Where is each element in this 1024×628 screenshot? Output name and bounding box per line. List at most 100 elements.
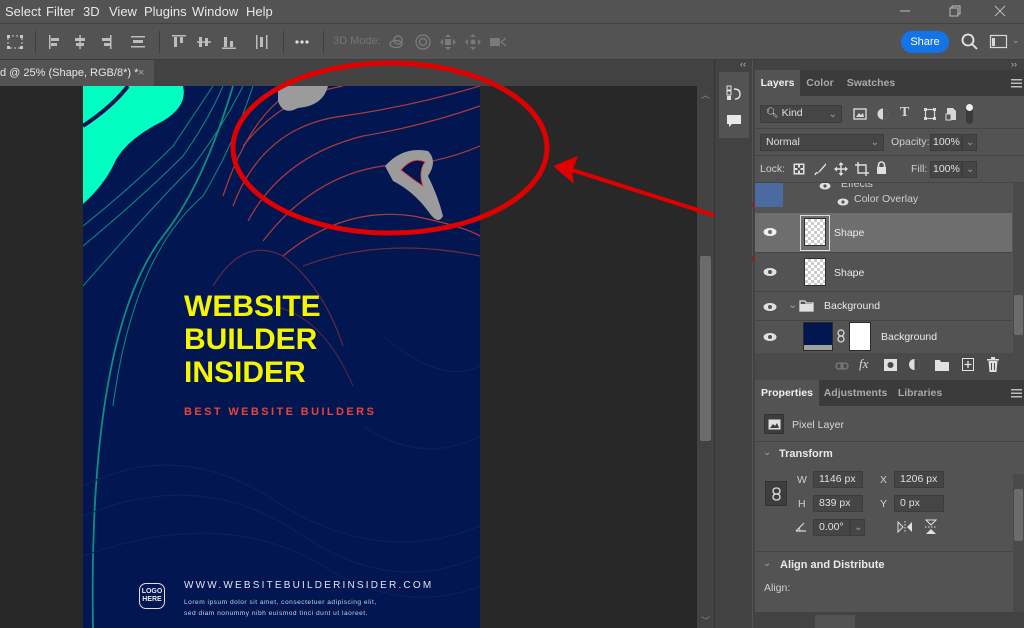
close-document-icon[interactable]: ×: [138, 60, 144, 86]
height-input[interactable]: 839 px: [813, 495, 863, 512]
layer-name[interactable]: Shape: [834, 267, 864, 279]
roll-3d-icon[interactable]: [414, 33, 432, 51]
filter-pixel-icon[interactable]: [853, 108, 867, 120]
align-right-icon[interactable]: [96, 33, 114, 51]
menu-help[interactable]: Help: [246, 4, 273, 19]
menu-select[interactable]: Select: [5, 4, 41, 19]
visibility-eye-icon[interactable]: [763, 332, 777, 342]
new-layer-icon[interactable]: [962, 358, 974, 371]
menu-3d[interactable]: 3D: [83, 4, 100, 19]
restore-button[interactable]: [940, 2, 970, 22]
filter-type-icon[interactable]: T: [900, 105, 909, 121]
fx-icon[interactable]: fx: [859, 356, 868, 372]
lock-artboard-icon[interactable]: [855, 162, 869, 176]
align-top-icon[interactable]: [170, 33, 188, 51]
filter-adjustment-icon[interactable]: [876, 107, 890, 121]
fill-input[interactable]: 100%: [930, 161, 962, 178]
search-icon[interactable]: [960, 32, 980, 52]
scale-3d-icon[interactable]: [489, 33, 507, 51]
layer-row-background-group[interactable]: ⌄ Background: [755, 292, 1012, 321]
slide-3d-icon[interactable]: [464, 33, 482, 51]
layer-name[interactable]: Background: [824, 300, 880, 312]
visibility-eye-icon[interactable]: [763, 227, 777, 237]
transform-collapse-chevron-icon[interactable]: ⌄: [763, 447, 771, 458]
lock-transparent-pixels-icon[interactable]: [793, 163, 805, 175]
blend-mode-select[interactable]: Normal ⌄: [760, 134, 884, 151]
align-bottom-icon[interactable]: [220, 33, 238, 51]
link-dimensions-button[interactable]: [765, 481, 787, 506]
distribute-icon[interactable]: [129, 33, 147, 51]
add-mask-icon[interactable]: [884, 359, 897, 371]
pan-3d-icon[interactable]: [439, 33, 457, 51]
align-vertical-center-icon[interactable]: [195, 33, 213, 51]
tab-properties[interactable]: Properties: [755, 380, 819, 406]
canvas-area[interactable]: WEBSITE BUILDER INSIDER BEST WEBSITE BUI…: [0, 86, 697, 628]
distribute-vertical-icon[interactable]: [253, 33, 271, 51]
flip-vertical-icon[interactable]: [925, 519, 937, 535]
eye-icon[interactable]: [837, 198, 849, 206]
group-expand-chevron-icon[interactable]: ⌄: [788, 298, 797, 311]
visibility-eye-icon[interactable]: [763, 302, 777, 312]
orbit-3d-icon[interactable]: [388, 33, 406, 51]
menu-view[interactable]: View: [109, 4, 137, 19]
tab-swatches[interactable]: Swatches: [840, 70, 902, 96]
link-layers-icon[interactable]: [835, 360, 849, 372]
minimize-button[interactable]: [890, 2, 920, 22]
panel-menu-icon[interactable]: [1011, 389, 1022, 398]
effects-label[interactable]: Effects: [841, 183, 873, 190]
visibility-eye-icon[interactable]: [763, 267, 777, 277]
comments-icon[interactable]: [725, 112, 743, 130]
menu-filter[interactable]: Filter: [46, 4, 75, 19]
layer-mask-thumbnail[interactable]: [849, 322, 871, 351]
align-left-icon[interactable]: [47, 33, 65, 51]
more-options-icon[interactable]: [293, 33, 311, 51]
fill-dropdown[interactable]: ⌄: [962, 161, 977, 178]
layer-name[interactable]: Shape: [834, 227, 864, 239]
menu-window[interactable]: Window: [192, 4, 238, 19]
properties-scrollbar[interactable]: [1013, 474, 1024, 624]
transform-controls-icon[interactable]: [6, 33, 24, 51]
canvas-vertical-scrollbar[interactable]: ︿ ﹀: [697, 86, 714, 628]
lock-image-pixels-icon[interactable]: [814, 162, 827, 176]
y-position-input[interactable]: 0 px: [894, 495, 944, 512]
layer-row-shape[interactable]: Shape: [755, 253, 1012, 292]
collapse-panels-icon[interactable]: ‹‹: [740, 59, 746, 69]
filter-smart-object-icon[interactable]: [945, 107, 957, 121]
document-tab[interactable]: d @ 25% (Shape, RGB/8*) * ×: [0, 60, 154, 86]
angle-dropdown[interactable]: ⌄: [850, 519, 865, 536]
scroll-down-icon[interactable]: ﹀: [701, 614, 710, 627]
lock-position-icon[interactable]: [834, 162, 848, 176]
mask-link-icon[interactable]: [837, 329, 845, 343]
scrollbar-thumb[interactable]: [700, 256, 711, 441]
artboard[interactable]: WEBSITE BUILDER INSIDER BEST WEBSITE BUI…: [83, 86, 480, 628]
scroll-up-icon[interactable]: ︿: [701, 88, 710, 101]
workspace-icon[interactable]: [989, 33, 1009, 51]
layer-filter-kind-select[interactable]: 🔍︎ Kind ⌄: [760, 105, 842, 123]
workspace-chevron-icon[interactable]: ⌄: [1012, 35, 1020, 46]
tab-layers[interactable]: Layers: [755, 70, 800, 96]
layer-row-background[interactable]: Background: [755, 321, 1012, 353]
eye-icon[interactable]: [819, 183, 831, 190]
expand-panels-icon[interactable]: ››: [1011, 59, 1017, 69]
tab-color[interactable]: Color: [800, 70, 840, 96]
width-input[interactable]: 1146 px: [813, 471, 863, 488]
panel-menu-icon[interactable]: [1011, 79, 1022, 88]
adjustment-layer-icon[interactable]: [908, 358, 922, 372]
share-button[interactable]: Share: [901, 31, 949, 53]
delete-layer-icon[interactable]: [987, 357, 999, 372]
lock-all-icon[interactable]: [876, 161, 887, 175]
transform-section-title[interactable]: Transform: [779, 448, 833, 460]
filter-shape-icon[interactable]: [923, 107, 937, 121]
bottom-panel-tab[interactable]: [815, 615, 855, 628]
menu-plugins[interactable]: Plugins: [144, 4, 187, 19]
layer-row-shape-selected[interactable]: Shape: [755, 213, 1012, 253]
x-position-input[interactable]: 1206 px: [894, 471, 944, 488]
opacity-input[interactable]: 100%: [930, 134, 962, 151]
layer-name[interactable]: Background: [881, 331, 937, 343]
angle-input[interactable]: 0.00°: [813, 519, 850, 536]
new-group-icon[interactable]: [935, 359, 949, 371]
align-collapse-chevron-icon[interactable]: ⌄: [763, 558, 771, 569]
align-distribute-section-title[interactable]: Align and Distribute: [780, 559, 885, 571]
tab-adjustments[interactable]: Adjustments: [819, 380, 892, 406]
color-overlay-label[interactable]: Color Overlay: [854, 193, 918, 205]
